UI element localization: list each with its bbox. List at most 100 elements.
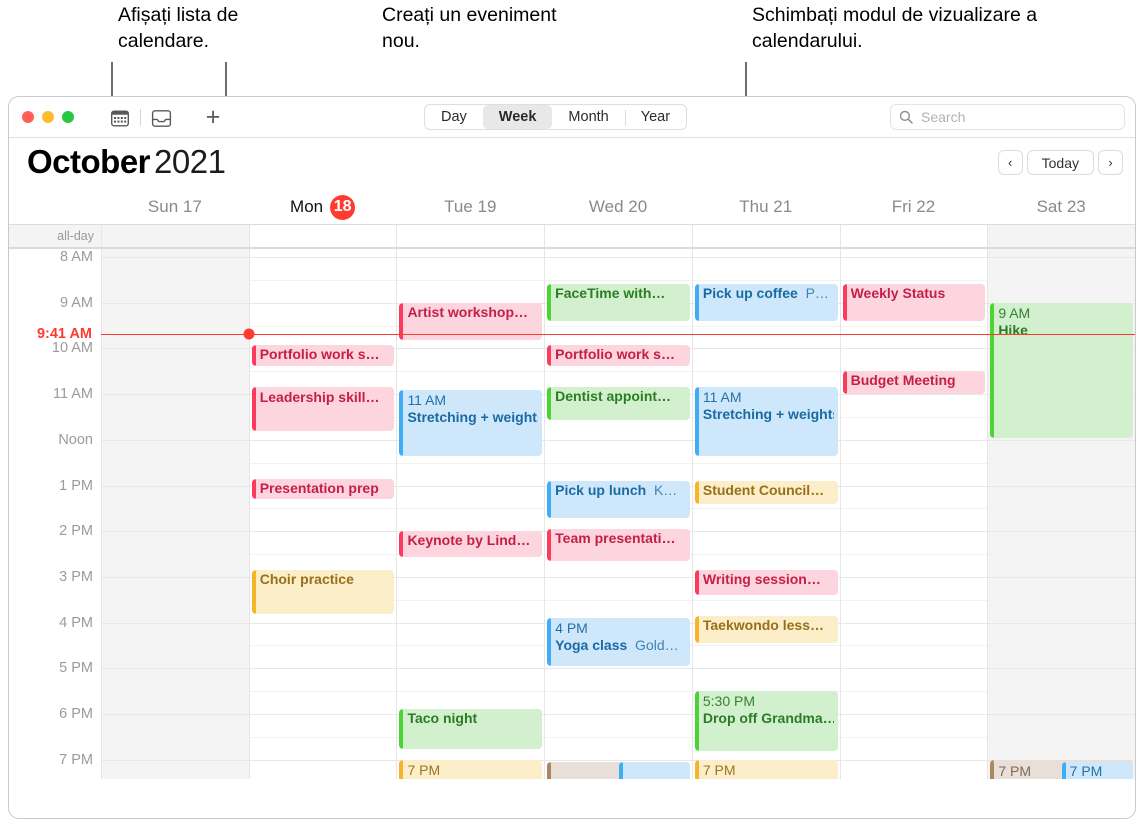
half-hour-gridline [840, 462, 988, 464]
day-column-wed[interactable]: FaceTime with… Portfolio work s… Dentist a… [544, 249, 692, 779]
zoom-button[interactable] [62, 111, 74, 123]
calendar-event[interactable]: 11 AM Stretching + weights [399, 389, 543, 457]
inbox-icon[interactable] [150, 107, 172, 129]
half-hour-gridline [840, 325, 988, 327]
next-week-button[interactable]: › [1098, 150, 1123, 175]
search-input[interactable] [919, 108, 1116, 126]
hour-label: 7 PM [59, 751, 93, 768]
new-event-button[interactable]: + [201, 105, 225, 130]
hour-gridline [988, 622, 1135, 624]
day-column-sun[interactable] [101, 249, 249, 779]
half-hour-gridline [840, 736, 988, 738]
hour-gridline [840, 759, 988, 761]
view-mode-week[interactable]: Week [482, 105, 553, 129]
event-title: Stretching + weights [702, 406, 834, 423]
view-mode-segmented-control[interactable]: Day Week Month Year [424, 104, 688, 130]
all-day-cell-sun[interactable] [101, 225, 249, 247]
calendar-event[interactable]: Portfolio work s… [547, 344, 690, 366]
day-header-tue[interactable]: Tue 19 [396, 190, 544, 224]
hour-gridline [840, 485, 988, 487]
half-hour-gridline [840, 554, 988, 556]
event-time: 4 PM [555, 620, 588, 637]
calendar-event[interactable]: Team presentati… [547, 528, 690, 562]
view-mode-year[interactable]: Year [624, 105, 686, 129]
calendar-event[interactable] [547, 761, 619, 779]
view-mode-day[interactable]: Day [425, 105, 483, 129]
all-day-cell-tue[interactable] [396, 225, 545, 247]
calendar-event[interactable]: Student Council… [694, 480, 838, 505]
calendar-event[interactable]: 9 AM Hike [990, 302, 1134, 438]
day-header-wed-label: Wed 20 [588, 197, 648, 216]
day-column-mon[interactable]: Portfolio work s… Leadership skill… Presen… [248, 249, 397, 779]
day-column-thu[interactable]: Pick up coffee P… 11 AM Stretching + weigh… [691, 249, 840, 779]
calendar-event[interactable]: 7 PM [1061, 761, 1134, 779]
event-title: Portfolio work s… [259, 345, 380, 362]
calendar-event[interactable]: Leadership skill… [251, 387, 395, 431]
calendar-event[interactable]: 4 PM Yoga class Gold… [547, 618, 690, 667]
hour-gridline [988, 576, 1135, 578]
search-field[interactable] [890, 104, 1125, 130]
all-day-cell-wed[interactable] [544, 225, 692, 247]
half-hour-gridline [249, 691, 397, 693]
calendar-event[interactable]: Presentation prep [251, 478, 395, 500]
day-column-tue[interactable]: Artist workshop… 11 AM Stretching + weight… [396, 249, 545, 779]
calendar-event[interactable]: Pick up lunch K… [547, 480, 690, 518]
calendar-event[interactable]: Budget Meeting [842, 371, 986, 395]
calendar-event[interactable]: Taekwondo less… [694, 615, 838, 644]
day-column-fri[interactable]: Weekly Status Budget Meeting [839, 249, 988, 779]
day-header-fri[interactable]: Fri 22 [840, 190, 988, 224]
date-header: October 2021 ‹ Today › [9, 138, 1135, 190]
calendar-list-icon[interactable] [109, 107, 131, 129]
hour-gridline [545, 439, 692, 441]
half-hour-gridline [988, 645, 1135, 647]
day-header-sun[interactable]: Sun 17 [101, 190, 249, 224]
calendar-event[interactable]: Choir practice [251, 570, 395, 614]
now-line [101, 333, 1135, 336]
day-header-thu[interactable]: Thu 21 [692, 190, 840, 224]
hour-gridline [840, 668, 988, 670]
half-hour-gridline [102, 554, 249, 556]
day-header-sat-label: Sat 23 [1036, 197, 1086, 216]
hour-gridline [249, 302, 397, 304]
calendar-event[interactable]: Taco night [399, 709, 543, 749]
view-mode-month[interactable]: Month [552, 105, 624, 129]
calendar-event[interactable]: 5:30 PM Drop off Grandma… [694, 691, 838, 751]
event-title: Presentation prep [259, 479, 379, 496]
hour-gridline [397, 485, 545, 487]
day-header-wed[interactable]: Wed 20 [544, 190, 692, 224]
calendar-event[interactable]: Weekly Status [842, 284, 986, 322]
event-time: 9 AM [998, 304, 1031, 321]
calendar-event[interactable] [618, 761, 690, 779]
day-header-sat[interactable]: Sat 23 [987, 190, 1135, 224]
calendar-event[interactable]: Writing session… [694, 570, 838, 596]
day-header-mon[interactable]: Mon 18 [249, 190, 397, 224]
all-day-cell-sat[interactable] [987, 225, 1135, 247]
today-button[interactable]: Today [1026, 150, 1094, 175]
calendar-event[interactable]: 7 PM [990, 761, 1062, 779]
day-columns: Portfolio work s… Leadership skill… Presen… [101, 249, 1135, 779]
calendar-event[interactable]: 7 PM [694, 759, 838, 779]
close-button[interactable] [22, 111, 34, 123]
calendar-event[interactable]: Portfolio work s… [251, 344, 395, 366]
all-day-row: all-day [9, 224, 1135, 249]
calendar-event[interactable]: 7 PM [399, 759, 543, 779]
calendar-event[interactable]: Keynote by Lind… [399, 531, 543, 557]
half-hour-gridline [692, 371, 840, 373]
half-hour-gridline [397, 599, 545, 601]
previous-week-button[interactable]: ‹ [997, 150, 1023, 175]
calendar-event[interactable]: Dentist appoint… [547, 387, 690, 420]
all-day-cell-mon[interactable] [248, 225, 397, 247]
all-day-cell-thu[interactable] [691, 225, 840, 247]
minimize-button[interactable] [42, 111, 54, 123]
all-day-cell-fri[interactable] [839, 225, 988, 247]
hour-gridline [249, 622, 397, 624]
half-hour-gridline [249, 508, 397, 510]
event-title: Choir practice [259, 571, 354, 588]
calendar-event[interactable]: FaceTime with… [547, 284, 690, 322]
hour-gridline [840, 714, 988, 715]
hour-gridline [102, 257, 249, 258]
calendar-event[interactable]: 11 AM Stretching + weights [694, 387, 838, 457]
day-column-sat[interactable]: 9 AMHike7 PM7 PM7 PM [987, 249, 1135, 779]
hour-gridline [249, 714, 397, 715]
calendar-event[interactable]: Pick up coffee P… [694, 284, 838, 322]
